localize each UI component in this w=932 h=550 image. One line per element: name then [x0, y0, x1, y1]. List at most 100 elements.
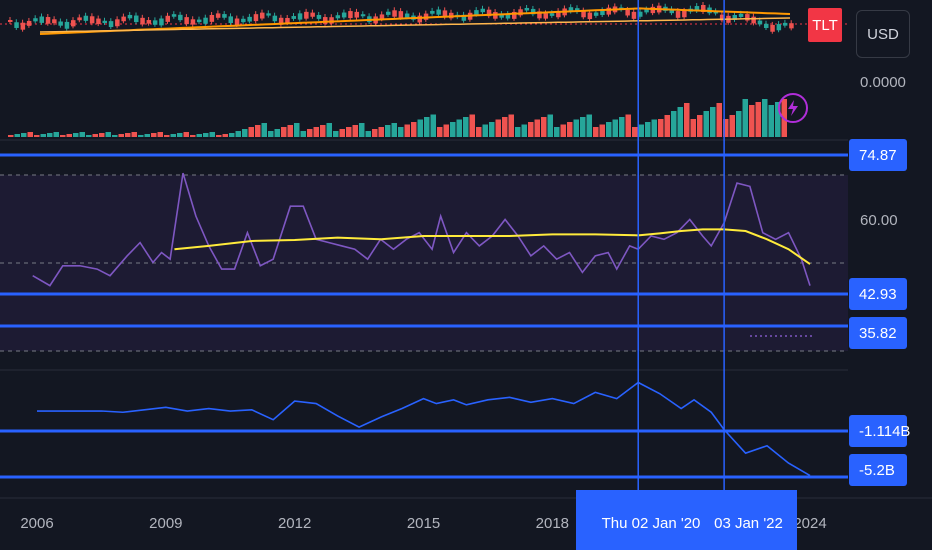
candle-body [587, 12, 593, 20]
candle-body [52, 19, 57, 24]
currency-button[interactable]: USD [856, 10, 910, 58]
volume-bar [502, 117, 508, 137]
candle-body [745, 14, 750, 21]
volume-bar [612, 119, 618, 137]
candle-body [751, 16, 756, 24]
volume-scale-label: 0.0000 [860, 74, 906, 91]
volume-bar [632, 127, 638, 137]
volume-bar [320, 125, 326, 137]
volume-bar [151, 133, 157, 137]
volume-bar [216, 135, 222, 137]
volume-bar [521, 124, 527, 137]
crosshair-date-label: Thu 02 Jan '20 [602, 515, 701, 532]
volume-bar [534, 119, 540, 137]
candle-body [625, 9, 630, 16]
volume-bar [703, 111, 709, 137]
volume-bar [664, 115, 670, 137]
candle-body [549, 13, 555, 16]
volume-bar [229, 133, 235, 137]
candle-body [304, 11, 309, 19]
volume-bar [73, 133, 79, 137]
volume-bar [60, 135, 66, 137]
volume-bar [222, 134, 228, 137]
volume-bar [508, 114, 514, 137]
chart-canvas[interactable]: 74.87 42.93 35.82 -1.114B -5.2B 60.00 2006 20… [0, 0, 932, 550]
volume-bar [255, 125, 261, 137]
candle-body [776, 24, 782, 31]
lightning-icon[interactable] [778, 93, 808, 123]
volume-bar [125, 133, 131, 137]
volume-bar [313, 127, 319, 137]
volume-bar [417, 119, 423, 137]
volume-bar [326, 123, 332, 137]
volume-bar [749, 105, 755, 137]
candle-body [297, 13, 303, 20]
candle-body [341, 12, 347, 18]
candle-body [127, 14, 133, 19]
x-axis-tick-label: 2009 [149, 515, 182, 532]
x-axis-crosshair-labels: Thu 02 Jan '20 03 Jan '22 [576, 490, 797, 550]
volume-bar [170, 134, 176, 137]
candle-body [404, 13, 410, 18]
candle-body [386, 11, 391, 15]
candle-body [354, 11, 359, 18]
volume-bar [450, 122, 456, 137]
candle-body [121, 16, 126, 22]
volume-bar [300, 131, 306, 137]
x-axis-tick-label: 2018 [536, 515, 569, 532]
candle-body [89, 16, 95, 24]
volume-bar [248, 127, 254, 137]
volume-bar [196, 134, 202, 137]
volume-bar [541, 117, 547, 137]
volume-bar [53, 132, 59, 137]
candle-body [474, 10, 479, 15]
volume-bar [736, 111, 742, 137]
candle-body [140, 17, 145, 25]
volume-bar [242, 129, 248, 137]
candle-body [593, 12, 599, 16]
volume-bars [8, 99, 787, 137]
volume-bar [398, 127, 404, 137]
volume-bar [651, 119, 657, 137]
volume-bar [14, 134, 20, 137]
volume-bar [112, 135, 118, 137]
volume-bar [489, 122, 495, 137]
candle-body [115, 19, 120, 27]
candle-body [228, 16, 233, 24]
volume-bar [365, 131, 371, 137]
candle-body [247, 16, 252, 22]
volume-bar [307, 129, 313, 137]
price-scale-tags: 74.87 42.93 35.82 -1.114B -5.2B [849, 139, 910, 486]
candle-body [159, 18, 164, 26]
volume-bar [92, 134, 98, 137]
volume-bar [86, 135, 92, 137]
volume-bar [99, 133, 105, 137]
candle-body [782, 22, 788, 26]
candle-body [675, 11, 681, 18]
candle-body [285, 17, 290, 24]
candle-body [20, 22, 26, 30]
volume-bar [482, 124, 488, 137]
candle-body [134, 15, 139, 23]
candle-body [96, 18, 101, 25]
volume-bar [424, 117, 430, 137]
candle-body [190, 19, 196, 25]
candle-body [272, 15, 278, 22]
candle-body [108, 21, 114, 28]
candle-body [392, 10, 397, 17]
volume-bar [27, 132, 33, 137]
price-scale-tag-label: 42.93 [859, 286, 897, 303]
volume-bar [606, 122, 612, 137]
candle-body [682, 10, 687, 18]
volume-bar [762, 99, 768, 137]
volume-bar [79, 132, 85, 137]
volume-bar [619, 117, 625, 137]
candle-body [260, 12, 265, 19]
volume-bar [528, 122, 534, 137]
x-axis-tick-label: 2006 [20, 515, 53, 532]
volume-bar [294, 123, 300, 137]
volume-bar [339, 129, 345, 137]
volume-bar [469, 114, 475, 137]
candle-body [152, 20, 158, 25]
candle-body [631, 11, 637, 19]
